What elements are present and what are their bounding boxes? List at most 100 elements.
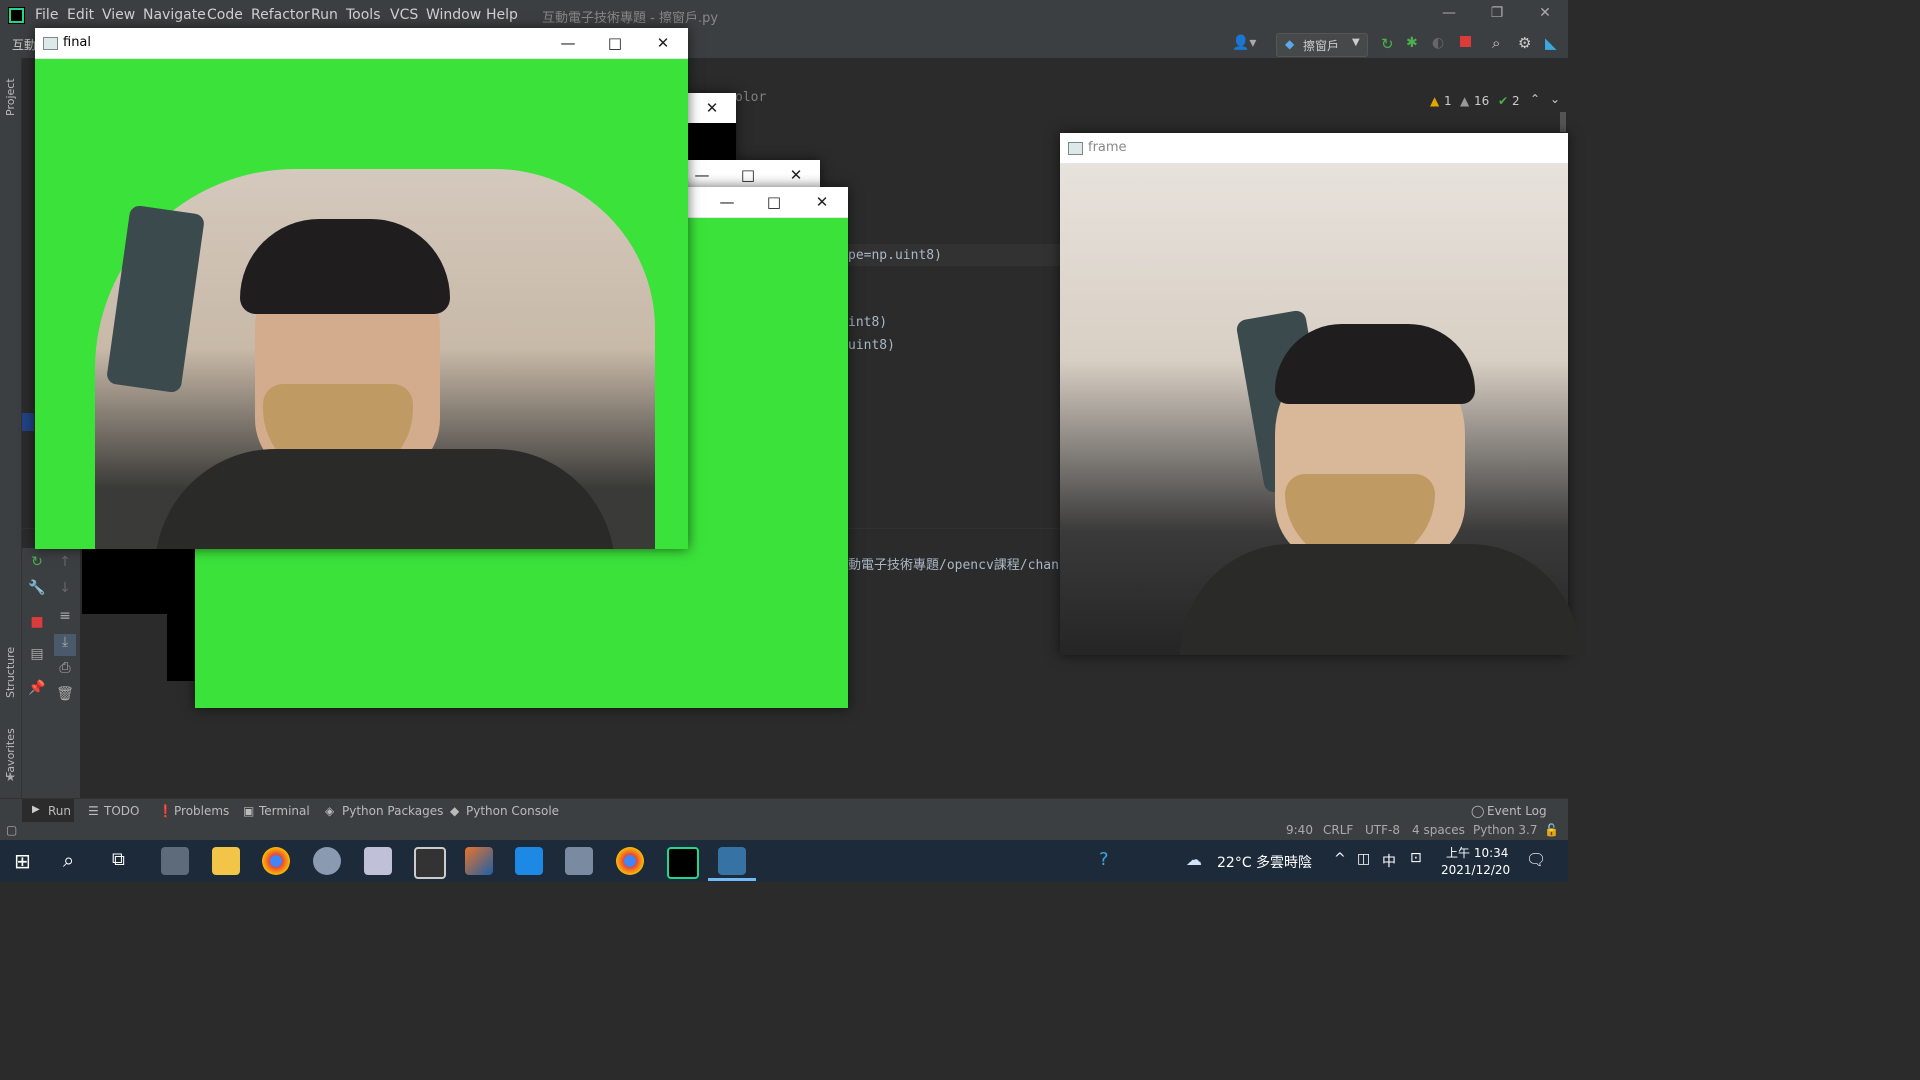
video-editor-icon[interactable] xyxy=(414,847,446,879)
run-config-dropdown[interactable]: ◆ 擦窗戶 ▼ xyxy=(1276,33,1368,57)
chevron-down-icon[interactable]: ⌄ xyxy=(1550,92,1560,106)
paint-icon[interactable] xyxy=(313,847,341,875)
menu-refactor[interactable]: Refactor xyxy=(251,7,310,23)
menu-view[interactable]: View xyxy=(102,7,135,23)
close-icon[interactable]: ✕ xyxy=(1530,5,1560,25)
indent-setting[interactable]: 4 spaces xyxy=(1412,823,1465,837)
final-window[interactable]: final — □ ✕ xyxy=(35,28,688,549)
chevron-up-icon[interactable]: ^ xyxy=(1334,851,1346,867)
maximize-icon[interactable]: □ xyxy=(738,165,758,185)
menu-run[interactable]: Run xyxy=(311,7,338,23)
ime-indicator[interactable]: 中 xyxy=(1382,851,1396,871)
arrow-down-icon[interactable]: ↓ xyxy=(54,580,76,602)
camera-icon[interactable]: ◫ xyxy=(1357,851,1370,867)
task-view-icon[interactable]: ⧉ xyxy=(112,849,125,870)
python-icon[interactable] xyxy=(718,847,746,875)
pin-icon[interactable]: 📌 xyxy=(26,680,48,702)
pycharm-icon[interactable] xyxy=(667,847,699,879)
stop-icon[interactable] xyxy=(1460,36,1471,47)
window-icon xyxy=(1068,142,1083,155)
minimize-icon[interactable]: — xyxy=(1434,5,1464,25)
maximize-icon[interactable]: □ xyxy=(764,192,784,212)
minimize-icon[interactable]: — xyxy=(692,165,712,185)
restore-icon[interactable]: ❐ xyxy=(1482,5,1512,25)
rerun-icon[interactable]: ↻ xyxy=(1381,35,1394,53)
soft-wrap-icon[interactable]: ≡ xyxy=(54,608,76,630)
tab-todo[interactable]: TODO xyxy=(104,804,139,818)
minimize-icon[interactable]: — xyxy=(717,192,737,212)
menu-vcs[interactable]: VCS xyxy=(390,7,418,23)
file-encoding[interactable]: UTF-8 xyxy=(1365,823,1400,837)
warning-count[interactable]: 1 xyxy=(1444,94,1452,108)
weak-warning-count[interactable]: 16 xyxy=(1474,94,1489,108)
vscode-icon[interactable] xyxy=(515,847,543,875)
virtualbox-icon[interactable] xyxy=(565,847,593,875)
chrome-icon[interactable] xyxy=(262,847,290,875)
menu-help[interactable]: Help xyxy=(486,7,518,23)
opencv-window-back[interactable]: — □ ✕ xyxy=(688,160,820,190)
tab-run[interactable]: ▶ Run xyxy=(22,799,74,823)
close-icon[interactable]: ✕ xyxy=(786,165,806,185)
close-icon[interactable]: ✕ xyxy=(653,33,673,53)
panel-toggle-icon[interactable]: ▢ xyxy=(6,823,17,837)
chrome-icon[interactable] xyxy=(616,847,644,875)
gear-icon[interactable]: ⚙ xyxy=(1518,34,1531,52)
python-interpreter[interactable]: Python 3.7 xyxy=(1473,823,1538,837)
event-log-button[interactable]: Event Log xyxy=(1487,804,1547,818)
snipping-tool-icon[interactable] xyxy=(364,847,392,875)
minimize-icon[interactable]: — xyxy=(558,33,578,53)
search-icon[interactable]: ⌕ xyxy=(1492,34,1500,52)
debug-icon[interactable]: ✱ xyxy=(1406,35,1418,51)
menu-edit[interactable]: Edit xyxy=(67,7,94,23)
matlab-icon[interactable] xyxy=(465,847,493,875)
caret-position[interactable]: 9:40 xyxy=(1286,823,1313,837)
tab-problems[interactable]: Problems xyxy=(174,804,229,818)
typo-count[interactable]: 2 xyxy=(1512,94,1520,108)
notification-icon[interactable]: 🗨 xyxy=(1526,850,1546,869)
menu-navigate[interactable]: Navigate xyxy=(143,7,206,23)
ime-mode-icon[interactable]: ⊡ xyxy=(1410,850,1422,866)
toolbox-icon[interactable]: ◣ xyxy=(1545,34,1557,52)
calculator-icon[interactable] xyxy=(161,847,189,875)
menu-window[interactable]: Window xyxy=(426,7,481,23)
lock-icon[interactable]: 🔓 xyxy=(1544,823,1559,837)
tab-terminal[interactable]: Terminal xyxy=(259,804,310,818)
file-explorer-icon[interactable] xyxy=(212,847,240,875)
clock-date[interactable]: 2021/12/20 xyxy=(1441,863,1510,877)
structure-tool-tab[interactable]: Structure xyxy=(4,638,17,698)
frame-window[interactable]: frame xyxy=(1060,133,1580,655)
tab-python-packages[interactable]: Python Packages xyxy=(342,804,443,818)
windows-start-icon[interactable]: ⊞ xyxy=(14,849,31,873)
scroll-to-end-icon[interactable]: ⤓ xyxy=(54,634,76,656)
user-icon[interactable]: 👤▾ xyxy=(1232,35,1256,51)
python-console-icon: ◆ xyxy=(450,804,460,818)
line-separator[interactable]: CRLF xyxy=(1323,823,1353,837)
help-icon[interactable]: ? xyxy=(1099,849,1109,870)
menu-code[interactable]: Code xyxy=(207,7,243,23)
stop-icon[interactable]: ■ xyxy=(26,614,48,636)
scrollbar[interactable] xyxy=(1560,112,1566,132)
close-icon[interactable]: ✕ xyxy=(812,192,832,212)
code-line: pe=np.uint8) xyxy=(848,248,942,263)
layout-icon[interactable]: ▤ xyxy=(26,646,48,668)
arrow-up-icon[interactable]: ↑ xyxy=(54,554,76,576)
close-icon[interactable]: ✕ xyxy=(702,98,722,118)
wrench-icon[interactable]: 🔧 xyxy=(26,580,48,602)
window-icon xyxy=(43,37,58,50)
chevron-up-icon[interactable]: ⌃ xyxy=(1530,92,1540,106)
opencv-window-back[interactable]: ✕ xyxy=(688,93,736,160)
coverage-icon[interactable]: ◐ xyxy=(1432,35,1444,51)
menu-file[interactable]: File xyxy=(35,7,58,23)
project-breadcrumb[interactable]: 互動 xyxy=(12,36,36,53)
menu-tools[interactable]: Tools xyxy=(346,7,381,23)
weather-text[interactable]: 22°C 多雲時陰 xyxy=(1217,852,1312,872)
maximize-icon[interactable]: □ xyxy=(605,33,625,53)
left-tool-strip: Project Structure Favorites ★ xyxy=(0,58,22,798)
tab-python-console[interactable]: Python Console xyxy=(466,804,559,818)
print-icon[interactable]: ⎙ xyxy=(54,660,76,682)
project-tool-tab[interactable]: Project xyxy=(4,66,17,116)
search-icon[interactable]: ⌕ xyxy=(63,848,74,872)
clock-time[interactable]: 上午 10:34 xyxy=(1446,844,1508,861)
rerun-icon[interactable]: ↻ xyxy=(26,554,48,576)
trash-icon[interactable]: 🗑 xyxy=(54,686,76,708)
